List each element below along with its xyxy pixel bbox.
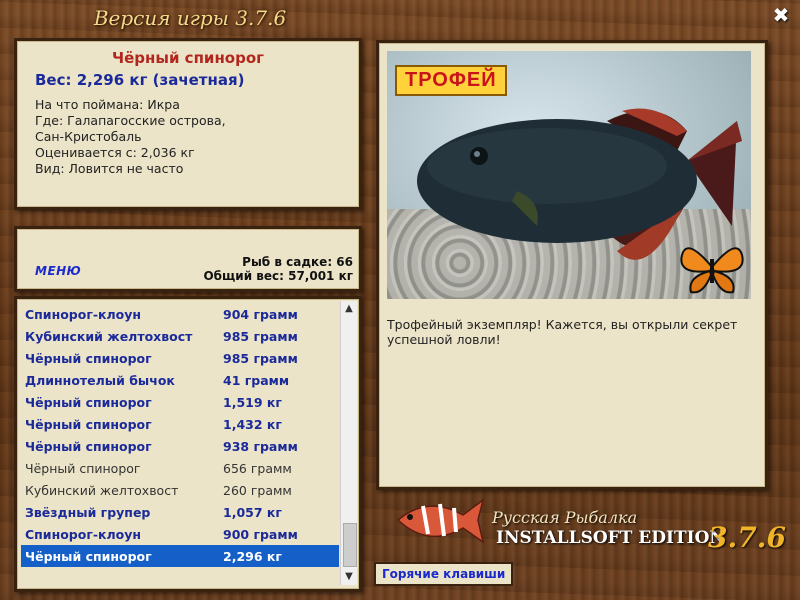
catch-fish-weight: 985 грамм — [223, 328, 298, 344]
catch-fish-weight: 1,432 кг — [223, 416, 282, 432]
butterfly-icon — [680, 247, 744, 294]
catch-fish-name: Чёрный спинорог — [25, 438, 152, 454]
catch-fish-name: Кубинский желтохвост — [25, 328, 193, 344]
catch-fish-name: Спинорог-клоун — [25, 306, 142, 322]
catch-list-panel: Спинорог-клоун 904 грамм Кубинский желтохв… — [14, 296, 362, 592]
catch-fish-name: Звёздный групер — [25, 504, 151, 520]
catch-fish-weight: 2,296 кг — [223, 548, 282, 564]
list-item[interactable]: Чёрный спинорог 985 грамм — [21, 347, 339, 369]
brand-fish-logo — [396, 498, 485, 544]
trophy-badge: ТРОФЕЙ — [395, 65, 507, 96]
catch-fish-weight: 260 грамм — [223, 482, 292, 498]
list-item[interactable]: Чёрный спинорог 1,519 кг — [21, 391, 339, 413]
list-item[interactable]: Кубинский желтохвост 985 грамм — [21, 325, 339, 347]
fish-count: Рыб в садке: 66 — [242, 255, 353, 269]
scroll-thumb[interactable] — [343, 523, 357, 567]
list-item[interactable]: Чёрный спинорог 656 грамм — [21, 457, 339, 479]
catch-fish-name: Чёрный спинорог — [25, 548, 152, 564]
catch-fish-name: Чёрный спинорог — [25, 416, 152, 432]
scroll-up-icon[interactable]: ▲ — [341, 301, 357, 317]
fish-info-panel: Чёрный спинорог Вес: 2,296 кг (зачетная)… — [14, 38, 362, 210]
valued-from-line: Оценивается с: 2,036 кг — [35, 145, 195, 160]
catch-fish-name: Чёрный спинорог — [25, 460, 141, 476]
catch-fish-weight: 1,057 кг — [223, 504, 282, 520]
catch-fish-name: Спинорог-клоун — [25, 526, 142, 542]
list-item[interactable]: Чёрный спинорог 938 грамм — [21, 435, 339, 457]
menu-button[interactable]: МЕНЮ — [35, 264, 81, 278]
catch-fish-name: Чёрный спинорог — [25, 350, 152, 366]
cage-stats: Рыб в садке: 66 Общий вес: 57,001 кг — [203, 255, 353, 283]
list-item[interactable]: Спинорог-клоун 904 грамм — [21, 303, 339, 325]
brand-title: Русская Рыбалка — [492, 508, 638, 527]
place-line-2: Сан-Кристобаль — [35, 129, 142, 144]
list-item-selected[interactable]: Чёрный спинорог 2,296 кг — [21, 545, 339, 567]
scrollbar[interactable]: ▲ ▼ — [340, 301, 357, 585]
scroll-down-icon[interactable]: ▼ — [341, 569, 357, 585]
list-item[interactable]: Спинорог-клоун 900 грамм — [21, 523, 339, 545]
list-item[interactable]: Чёрный спинорог 1,432 кг — [21, 413, 339, 435]
place-line-1: Где: Галапагосские острова, — [35, 113, 226, 128]
fish-photo: ТРОФЕЙ — [387, 51, 751, 299]
brand-version: 3.7.6 — [708, 521, 786, 554]
catch-fish-name: Кубинский желтохвост — [25, 482, 179, 498]
brand-edition: INSTALLSOFT EDITION — [496, 528, 725, 548]
catch-fish-weight: 1,519 кг — [223, 394, 282, 410]
list-item[interactable]: Кубинский желтохвост 260 грамм — [21, 479, 339, 501]
fish-weight: Вес: 2,296 кг (зачетная) — [35, 71, 245, 89]
list-item[interactable]: Длиннотелый бычок 41 грамм — [21, 369, 339, 391]
trophy-photo-panel: ТРОФЕЙ Трофейный экземпляр! Кажется, вы … — [376, 40, 768, 490]
catch-fish-weight: 938 грамм — [223, 438, 298, 454]
trophy-description: Трофейный экземпляр! Кажется, вы открыли… — [387, 317, 738, 347]
catch-fish-name: Чёрный спинорог — [25, 394, 152, 410]
hotkeys-button[interactable]: Горячие клавиши — [374, 562, 514, 586]
catch-fish-weight: 900 грамм — [223, 526, 298, 542]
close-icon[interactable]: ✖ — [770, 4, 792, 26]
catch-list[interactable]: Спинорог-клоун 904 грамм Кубинский желтохв… — [21, 303, 339, 567]
menu-panel: МЕНЮ Рыб в садке: 66 Общий вес: 57,001 к… — [14, 226, 362, 292]
list-item[interactable]: Звёздный групер 1,057 кг — [21, 501, 339, 523]
catch-fish-weight: 904 грамм — [223, 306, 298, 322]
kind-line: Вид: Ловится не часто — [35, 161, 184, 176]
catch-fish-name: Длиннотелый бычок — [25, 372, 175, 388]
fish-name: Чёрный спинорог — [111, 49, 264, 67]
catch-fish-weight: 41 грамм — [223, 372, 290, 388]
bait-line: На что поймана: Икра — [35, 97, 180, 112]
catch-fish-weight: 985 грамм — [223, 350, 298, 366]
window-title: Версия игры 3.7.6 — [93, 6, 287, 30]
total-weight: Общий вес: 57,001 кг — [203, 269, 353, 283]
catch-fish-weight: 656 грамм — [223, 460, 292, 476]
